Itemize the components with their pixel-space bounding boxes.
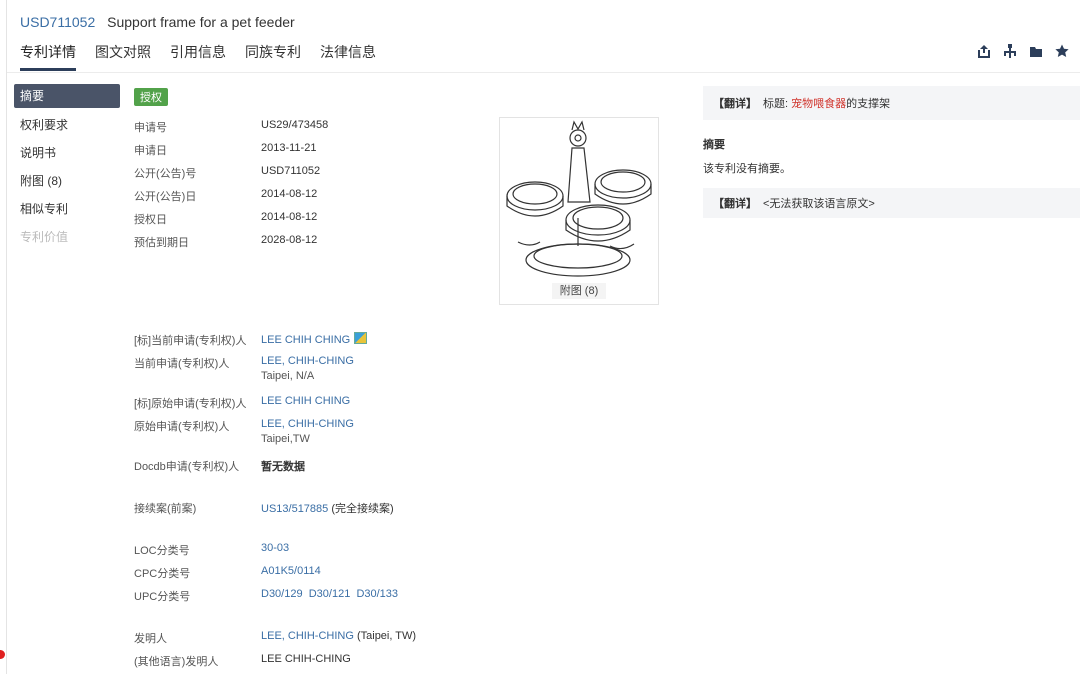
tab-patent-detail[interactable]: 专利详情 [20, 42, 76, 71]
field-label: 接续案(前案) [134, 503, 197, 515]
figure-thumbnail[interactable]: 附图 (8) [499, 117, 659, 305]
translated-title-prefix: 标题: [763, 98, 789, 110]
loc-link[interactable]: 30-03 [261, 542, 289, 554]
upc-values: D30/129 D30/121 D30/133 [261, 588, 398, 600]
field-value: 2028-08-12 [261, 234, 318, 246]
continuation-value: US13/517885 (完全接续案) [261, 500, 394, 516]
field-label: (其他语言)发明人 [134, 656, 219, 668]
translated-title-suffix: 的支撑架 [846, 98, 891, 110]
field-label: [标]当前申请(专利权)人 [134, 335, 247, 347]
field-label: 公开(公告)日 [134, 191, 197, 203]
field-label: Docdb申请(专利权)人 [134, 461, 240, 473]
notification-dot[interactable] [0, 650, 5, 659]
field-label: 公开(公告)号 [134, 168, 197, 180]
tab-bar: 专利详情 图文对照 引用信息 同族专利 法律信息 [20, 42, 376, 71]
translate-tag[interactable]: 【翻详】 [713, 195, 757, 211]
patent-title: Support frame for a pet feeder [107, 14, 295, 30]
field-value: US29/473458 [261, 119, 329, 131]
tab-legal[interactable]: 法律信息 [320, 42, 376, 71]
patent-number: USD711052 [20, 14, 96, 30]
docdb-value: 暂无数据 [261, 461, 305, 473]
translate-tag[interactable]: 【翻详】 [713, 95, 757, 111]
field-label: 原始申请(专利权)人 [134, 421, 230, 433]
inventor-location: (Taipei, TW) [356, 630, 417, 642]
sidebar-item-claims[interactable]: 权利要求 [14, 114, 120, 136]
upc-link[interactable]: D30/129 [261, 588, 303, 600]
current-assignee-location: Taipei, N/A [261, 370, 315, 382]
main-info: 授权 申请号 US29/473458 申请日 2013-11-21 公开(公告)… [134, 88, 416, 668]
sidebar-item-value[interactable]: 专利价值 [14, 226, 120, 248]
field-label: 当前申请(专利权)人 [134, 358, 230, 370]
abstract-text: 该专利没有摘要。 [703, 163, 791, 175]
std-original-assignee-link[interactable]: LEE CHIH CHING [261, 395, 350, 407]
abstract-heading: 摘要 [703, 139, 725, 151]
field-value: USD711052 [261, 165, 321, 177]
sidebar-item-abstract[interactable]: 摘要 [14, 84, 120, 108]
field-value: 2013-11-21 [261, 142, 317, 154]
company-flag-icon [354, 332, 368, 344]
right-panel: 【翻详】 标题: 宠物喂食器 的支撑架 摘要 该专利没有摘要。 【翻详】 <无法获… [703, 86, 1080, 218]
original-assignee: LEE, CHIH-CHING Taipei,TW [261, 418, 354, 445]
other-lang-inventor: LEE CHIH-CHING [261, 653, 351, 665]
original-assignee-location: Taipei,TW [261, 433, 310, 445]
field-value: 2014-08-12 [261, 188, 318, 200]
folder-icon[interactable] [1029, 44, 1043, 58]
translate-abstract-box: 【翻详】 <无法获取该语言原文> [703, 188, 1080, 218]
header: USD711052 Support frame for a pet feeder… [7, 0, 1080, 73]
translate-title-box: 【翻详】 标题: 宠物喂食器 的支撑架 [703, 86, 1080, 120]
tab-family[interactable]: 同族专利 [245, 42, 301, 71]
field-label: CPC分类号 [134, 568, 191, 580]
sidebar-item-similar[interactable]: 相似专利 [14, 198, 120, 220]
page: USD711052 Support frame for a pet feeder… [6, 0, 1080, 674]
current-assignee: LEE, CHIH-CHING Taipei, N/A [261, 355, 354, 382]
inventor-value: LEE, CHIH-CHING (Taipei, TW) [261, 630, 416, 642]
star-icon[interactable] [1055, 44, 1069, 58]
upc-link[interactable]: D30/121 [309, 588, 351, 600]
field-value: 2014-08-12 [261, 211, 318, 223]
tree-icon[interactable] [1003, 44, 1017, 58]
upc-link[interactable]: D30/133 [356, 588, 398, 600]
field-label: UPC分类号 [134, 591, 191, 603]
field-label: 发明人 [134, 633, 167, 645]
field-label: 申请号 [134, 122, 167, 134]
field-label: 预估到期日 [134, 237, 189, 249]
pet-feeder-drawing [506, 120, 652, 277]
toolbar [977, 44, 1069, 58]
status-badge: 授权 [134, 88, 168, 106]
figure-label[interactable]: 附图 (8) [500, 282, 658, 299]
unavailable-text: <无法获取该语言原文> [763, 198, 875, 210]
translated-title-highlight: 宠物喂食器 [791, 98, 847, 110]
field-label: 申请日 [134, 145, 167, 157]
title-row: USD711052 Support frame for a pet feeder [20, 14, 295, 30]
field-label: LOC分类号 [134, 545, 190, 557]
tab-citations[interactable]: 引用信息 [170, 42, 226, 71]
sidebar-item-description[interactable]: 说明书 [14, 142, 120, 164]
std-current-assignee-link[interactable]: LEE CHIH CHING [261, 332, 368, 346]
sidebar: 摘要 权利要求 说明书 附图 (8) 相似专利 专利价值 [14, 84, 120, 254]
current-assignee-link[interactable]: LEE, CHIH-CHING [261, 355, 354, 367]
field-label: [标]原始申请(专利权)人 [134, 398, 247, 410]
field-label: 授权日 [134, 214, 167, 226]
original-assignee-link[interactable]: LEE, CHIH-CHING [261, 418, 354, 430]
tab-text-figure[interactable]: 图文对照 [95, 42, 151, 71]
cpc-link[interactable]: A01K5/0114 [261, 565, 321, 577]
sidebar-item-figures[interactable]: 附图 (8) [14, 170, 120, 192]
continuation-link[interactable]: US13/517885 [261, 503, 328, 515]
inventor-link[interactable]: LEE, CHIH-CHING [261, 630, 354, 642]
continuation-note: (完全接续案) [331, 503, 394, 515]
export-icon[interactable] [977, 44, 991, 58]
